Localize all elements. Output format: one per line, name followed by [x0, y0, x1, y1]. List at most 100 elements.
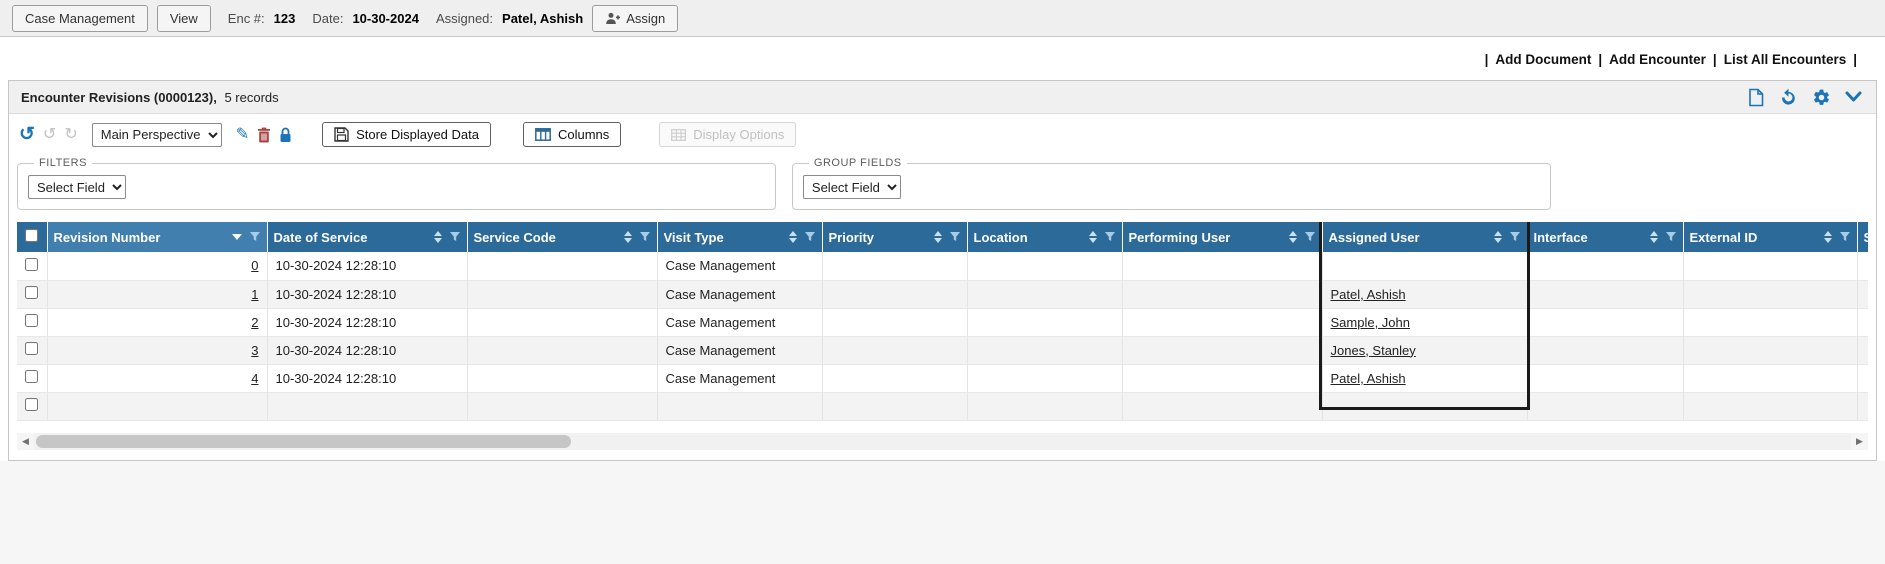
store-displayed-data-button[interactable]: Store Displayed Data: [322, 122, 491, 147]
col-header-performing-user[interactable]: Performing User: [1122, 222, 1322, 252]
sort-icon[interactable]: [1494, 231, 1502, 243]
assigned-user-link[interactable]: Patel, Ashish: [1331, 287, 1406, 302]
sort-icon[interactable]: [789, 231, 797, 243]
filters-select-field[interactable]: Select Field: [28, 175, 126, 199]
columns-button[interactable]: Columns: [523, 122, 621, 147]
filter-icon[interactable]: [1839, 231, 1851, 243]
status-cell: [1857, 280, 1868, 308]
date-of-service-cell: 10-30-2024 12:28:10: [267, 252, 467, 280]
external-id-cell: [1683, 280, 1857, 308]
interface-cell: [1527, 308, 1683, 336]
table-row[interactable]: 2 10-30-2024 12:28:10 Case Management Sa…: [17, 308, 1868, 336]
new-document-icon[interactable]: [1748, 88, 1765, 107]
sort-icon[interactable]: [1089, 231, 1097, 243]
perspective-select[interactable]: Main Perspective: [92, 123, 222, 147]
refresh-icon[interactable]: [1779, 88, 1798, 107]
gear-icon[interactable]: [1812, 88, 1831, 107]
row-checkbox[interactable]: [25, 370, 38, 383]
col-header-location[interactable]: Location: [967, 222, 1122, 252]
list-all-encounters-link[interactable]: List All Encounters: [1724, 52, 1847, 67]
sort-icon[interactable]: [934, 231, 942, 243]
priority-cell: [822, 308, 967, 336]
perspective-toolbar: ↺ ↺ ↻ Main Perspective ✎: [9, 114, 1876, 153]
table-row[interactable]: 3 10-30-2024 12:28:10 Case Management Jo…: [17, 336, 1868, 364]
revision-link[interactable]: 1: [251, 287, 258, 302]
filters-legend: FILTERS: [34, 157, 92, 169]
view-button[interactable]: View: [157, 5, 211, 32]
assigned-user-link[interactable]: Patel, Ashish: [1331, 371, 1406, 386]
external-id-cell: [1683, 364, 1857, 392]
col-header-status-clipped[interactable]: S: [1857, 222, 1868, 252]
table-row[interactable]: 0 10-30-2024 12:28:10 Case Management: [17, 252, 1868, 280]
scroll-left-arrow[interactable]: ◀: [17, 433, 34, 450]
filter-icon[interactable]: [804, 231, 816, 243]
select-all-checkbox[interactable]: [25, 229, 38, 242]
assigned-label: Assigned:: [436, 11, 493, 26]
filter-icon[interactable]: [1665, 231, 1677, 243]
row-checkbox[interactable]: [25, 258, 38, 271]
select-all-header[interactable]: [17, 222, 47, 252]
row-checkbox[interactable]: [25, 342, 38, 355]
filters-fieldset: FILTERS Select Field: [17, 157, 776, 210]
revision-link[interactable]: 3: [251, 343, 258, 358]
row-checkbox[interactable]: [25, 286, 38, 299]
sort-icon[interactable]: [434, 231, 442, 243]
assigned-user-link[interactable]: Sample, John: [1331, 315, 1411, 330]
row-checkbox[interactable]: [25, 314, 38, 327]
filter-icon[interactable]: [1304, 231, 1316, 243]
case-management-button[interactable]: Case Management: [12, 5, 148, 32]
table-row[interactable]: 4 10-30-2024 12:28:10 Case Management Pa…: [17, 364, 1868, 392]
checkbox-cell: [17, 308, 47, 336]
col-header-assigned-user[interactable]: Assigned User: [1322, 222, 1527, 252]
display-options-button: Display Options: [659, 122, 796, 147]
location-cell: [967, 364, 1122, 392]
add-document-link[interactable]: Add Document: [1495, 52, 1591, 67]
performing-user-cell: [1122, 280, 1322, 308]
date-value: 10-30-2024: [352, 11, 419, 26]
quick-links-row: | Add Document | Add Encounter | List Al…: [0, 37, 1885, 76]
collapse-chevron-icon[interactable]: [1845, 91, 1862, 103]
filter-icon[interactable]: [1509, 231, 1521, 243]
revision-link[interactable]: 2: [251, 315, 258, 330]
revision-link[interactable]: 4: [251, 371, 258, 386]
group-fields-fieldset: GROUP FIELDS Select Field: [792, 157, 1551, 210]
col-header-revision-number[interactable]: Revision Number: [47, 222, 267, 252]
filter-icon[interactable]: [449, 231, 461, 243]
performing-user-cell: [1122, 252, 1322, 280]
date-of-service-cell: 10-30-2024 12:28:10: [267, 308, 467, 336]
filter-icon[interactable]: [249, 231, 261, 243]
delete-perspective-icon[interactable]: [257, 127, 271, 143]
col-header-priority[interactable]: Priority: [822, 222, 967, 252]
sort-desc-icon[interactable]: [232, 234, 242, 240]
edit-perspective-icon[interactable]: ✎: [236, 127, 249, 143]
display-options-grid-icon: [671, 129, 686, 141]
col-header-visit-type[interactable]: Visit Type: [657, 222, 822, 252]
scrollbar-thumb[interactable]: [36, 435, 571, 448]
table-row[interactable]: 1 10-30-2024 12:28:10 Case Management Pa…: [17, 280, 1868, 308]
col-header-external-id[interactable]: External ID: [1683, 222, 1857, 252]
col-header-date-of-service[interactable]: Date of Service: [267, 222, 467, 252]
sort-icon[interactable]: [624, 231, 632, 243]
revisions-table: Revision Number Date of Service Service …: [17, 222, 1868, 421]
filter-icon[interactable]: [949, 231, 961, 243]
sort-icon[interactable]: [1650, 231, 1658, 243]
sort-icon[interactable]: [1289, 231, 1297, 243]
sort-icon[interactable]: [1824, 231, 1832, 243]
group-fields-select-field[interactable]: Select Field: [803, 175, 901, 199]
assigned-user-link[interactable]: Jones, Stanley: [1331, 343, 1416, 358]
horizontal-scrollbar[interactable]: ◀ ▶: [17, 433, 1868, 450]
service-code-cell: [467, 364, 657, 392]
lock-icon[interactable]: [279, 127, 292, 143]
filter-icon[interactable]: [639, 231, 651, 243]
add-encounter-link[interactable]: Add Encounter: [1609, 52, 1706, 67]
scroll-right-arrow[interactable]: ▶: [1851, 433, 1868, 450]
row-checkbox[interactable]: [25, 398, 38, 411]
scrollbar-track[interactable]: [34, 433, 1851, 450]
col-header-interface[interactable]: Interface: [1527, 222, 1683, 252]
revision-link[interactable]: 0: [251, 258, 258, 273]
assign-button[interactable]: Assign: [592, 5, 678, 32]
visit-type-cell: Case Management: [657, 336, 822, 364]
col-header-service-code[interactable]: Service Code: [467, 222, 657, 252]
filter-icon[interactable]: [1104, 231, 1116, 243]
undo-icon[interactable]: ↺: [19, 125, 35, 144]
